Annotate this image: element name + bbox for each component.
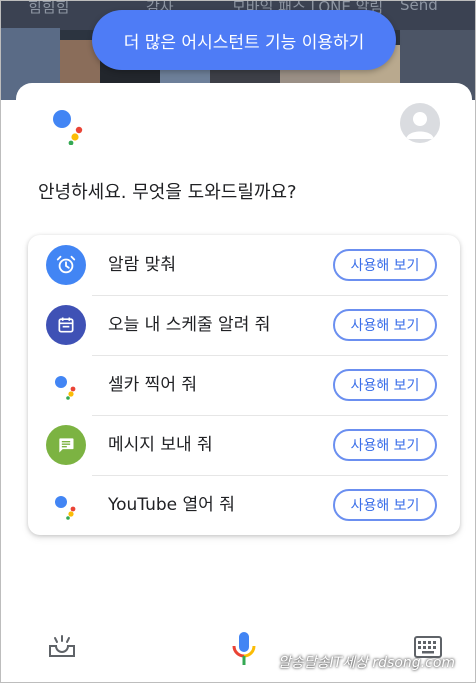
explore-tray-icon[interactable] xyxy=(48,634,76,658)
background-label: 힘힘힘 xyxy=(28,0,70,16)
more-assistant-features-banner[interactable]: 더 많은 어시스턴트 기능 이용하기 xyxy=(92,10,396,70)
account-avatar[interactable] xyxy=(400,103,440,143)
google-assistant-icon xyxy=(46,365,86,405)
greeting-text: 안녕하세요. 무엇을 도와드릴까요? xyxy=(38,182,297,203)
try-it-button[interactable]: 사용해 보기 xyxy=(333,309,437,341)
message-icon xyxy=(46,425,86,465)
suggestion-label: 메시지 보내 줘 xyxy=(108,435,213,455)
suggestion-label: 알람 맞춰 xyxy=(108,255,176,275)
suggestion-row-schedule[interactable]: 오늘 내 스케줄 알려 줘 사용해 보기 xyxy=(28,295,460,355)
google-assistant-icon xyxy=(46,485,86,525)
suggestion-label: 오늘 내 스케줄 알려 줘 xyxy=(108,315,271,335)
suggestion-label: 셀카 찍어 줘 xyxy=(108,375,198,395)
try-it-button[interactable]: 사용해 보기 xyxy=(333,429,437,461)
suggestion-row-alarm[interactable]: 알람 맞춰 사용해 보기 xyxy=(28,235,460,295)
suggestion-row-selfie[interactable]: 셀카 찍어 줘 사용해 보기 xyxy=(28,355,460,415)
background-label: Send xyxy=(400,0,438,14)
try-it-button[interactable]: 사용해 보기 xyxy=(333,489,437,521)
alarm-clock-icon xyxy=(46,245,86,285)
banner-text: 더 많은 어시스턴트 기능 이용하기 xyxy=(123,32,365,53)
suggestion-row-youtube[interactable]: YouTube 열어 줘 사용해 보기 xyxy=(28,475,460,535)
try-it-button[interactable]: 사용해 보기 xyxy=(333,249,437,281)
suggestions-card: 알람 맞춰 사용해 보기 오늘 내 스케줄 알려 줘 사용해 보기 셀카 찍어 … xyxy=(28,235,460,535)
microphone-icon[interactable] xyxy=(231,630,257,668)
suggestion-row-message[interactable]: 메시지 보내 줘 사용해 보기 xyxy=(28,415,460,475)
person-icon xyxy=(406,112,434,139)
google-assistant-logo-icon xyxy=(53,110,83,145)
assistant-sheet: 안녕하세요. 무엇을 도와드릴까요? 알람 맞춰 사용해 보기 오늘 내 스케줄… xyxy=(16,83,472,683)
try-it-button[interactable]: 사용해 보기 xyxy=(333,369,437,401)
watermark: 알송달송IT세상 rdsong.com xyxy=(278,655,456,671)
suggestion-label: YouTube 열어 줘 xyxy=(108,495,235,515)
calendar-icon xyxy=(46,305,86,345)
